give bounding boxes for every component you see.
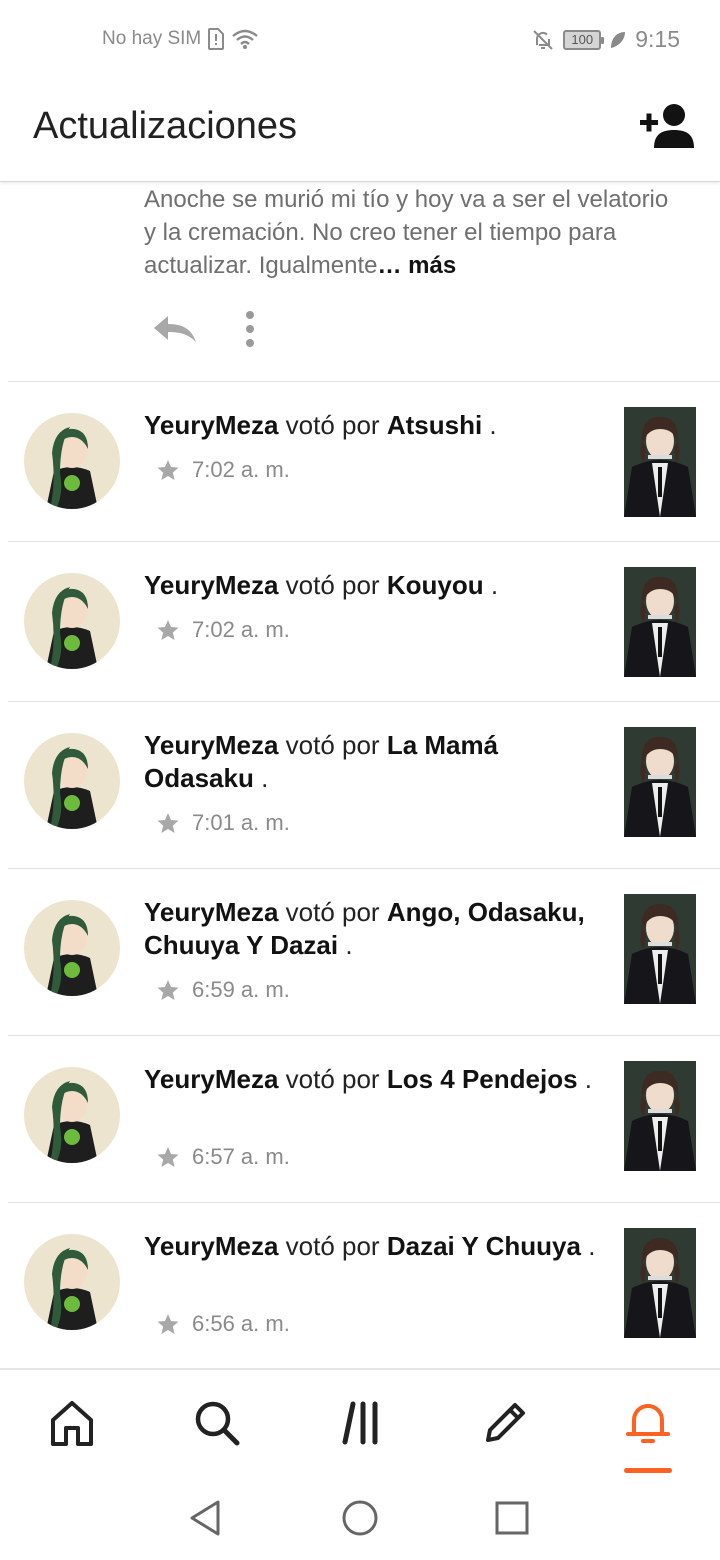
activity-text: YeuryMeza votó por Ango, Odasaku, Chuuya… — [144, 896, 604, 962]
write-icon[interactable] — [480, 1398, 530, 1448]
list-item[interactable]: YeuryMeza votó por Dazai Y Chuuya . 6:56… — [0, 1203, 720, 1368]
avatar[interactable] — [24, 733, 120, 829]
avatar[interactable] — [24, 1067, 120, 1163]
avatar[interactable] — [24, 413, 120, 509]
activity-end: . — [345, 930, 353, 960]
story-part-title[interactable]: Kouyou — [387, 570, 484, 600]
list-item[interactable]: YeuryMeza votó por Atsushi . 7:02 a. m. — [0, 382, 720, 541]
wifi-icon — [232, 29, 259, 49]
avatar[interactable] — [24, 900, 120, 996]
status-bar: No hay SIM 100 9:15 — [0, 0, 720, 84]
post-excerpt[interactable]: Anoche se murió mi tío y hoy va a ser el… — [144, 183, 684, 282]
list-item[interactable]: YeuryMeza votó por La Mamá Odasaku . 7:0… — [0, 702, 720, 868]
avatar[interactable] — [24, 1234, 120, 1330]
story-part-title[interactable]: Dazai Y Chuuya — [387, 1231, 581, 1261]
username[interactable]: YeuryMeza — [144, 730, 278, 760]
active-tab-indicator — [624, 1468, 672, 1473]
activity-meta: 7:01 a. m. — [156, 810, 290, 836]
story-cover[interactable] — [624, 1061, 696, 1171]
activity-verb: votó por — [285, 410, 380, 440]
activity-meta: 6:57 a. m. — [156, 1144, 290, 1170]
timestamp: 6:59 a. m. — [192, 977, 290, 1002]
page-title: Actualizaciones — [33, 105, 298, 147]
story-cover[interactable] — [624, 567, 696, 677]
leaf-icon — [611, 31, 626, 48]
activity-text: YeuryMeza votó por La Mamá Odasaku . — [144, 729, 604, 795]
activity-meta: 6:59 a. m. — [156, 977, 290, 1003]
list-item[interactable]: YeuryMeza votó por Kouyou . 7:02 a. m. — [0, 542, 720, 701]
sim-icon — [208, 28, 225, 50]
star-icon — [157, 620, 179, 640]
activity-verb: votó por — [285, 897, 380, 927]
story-cover[interactable] — [624, 1228, 696, 1338]
activity-text: YeuryMeza votó por Atsushi . — [144, 409, 604, 442]
activity-text: YeuryMeza votó por Los 4 Pendejos . — [144, 1063, 604, 1096]
activity-text: YeuryMeza votó por Kouyou . — [144, 569, 604, 602]
bell-off-icon — [533, 29, 553, 50]
activity-meta: 7:02 a. m. — [156, 617, 290, 643]
star-icon — [157, 460, 179, 480]
story-part-title[interactable]: Atsushi — [387, 410, 482, 440]
system-nav — [0, 1480, 720, 1560]
battery-icon: 100 — [563, 29, 605, 50]
activity-text: YeuryMeza votó por Dazai Y Chuuya . — [144, 1230, 604, 1263]
list-item[interactable]: YeuryMeza votó por Ango, Odasaku, Chuuya… — [0, 869, 720, 1035]
avatar[interactable] — [24, 573, 120, 669]
star-icon — [157, 980, 179, 1000]
more-link[interactable]: … más — [377, 252, 456, 279]
timestamp: 6:57 a. m. — [192, 1144, 290, 1169]
timestamp: 6:56 a. m. — [192, 1311, 290, 1336]
activity-end: . — [490, 570, 499, 600]
activity-end: . — [489, 410, 497, 440]
star-icon — [157, 1314, 179, 1334]
timestamp: 7:02 a. m. — [192, 457, 290, 482]
bottom-nav — [0, 1368, 720, 1478]
username[interactable]: YeuryMeza — [144, 1231, 278, 1261]
username[interactable]: YeuryMeza — [144, 410, 278, 440]
activity-end: . — [588, 1231, 596, 1261]
recents-icon[interactable] — [492, 1498, 532, 1538]
timestamp: 7:01 a. m. — [192, 810, 290, 835]
list-item[interactable]: YeuryMeza votó por Los 4 Pendejos . 6:57… — [0, 1036, 720, 1202]
home-icon[interactable] — [47, 1398, 97, 1448]
story-cover[interactable] — [624, 894, 696, 1004]
carrier-label: No hay SIM — [102, 28, 202, 49]
add-user-icon[interactable] — [636, 100, 700, 156]
activity-end: . — [584, 1064, 593, 1094]
star-icon — [157, 1147, 179, 1167]
notifications-icon[interactable] — [623, 1398, 673, 1448]
activity-end: . — [261, 763, 269, 793]
story-part-title[interactable]: Los 4 Pendejos — [387, 1064, 578, 1094]
username[interactable]: YeuryMeza — [144, 1064, 278, 1094]
more-vertical-icon[interactable] — [240, 310, 260, 348]
search-icon[interactable] — [192, 1398, 242, 1448]
reply-icon[interactable] — [150, 312, 200, 346]
activity-verb: votó por — [285, 1231, 380, 1261]
battery-level: 100 — [571, 31, 594, 47]
activity-meta: 7:02 a. m. — [156, 457, 290, 483]
username[interactable]: YeuryMeza — [144, 897, 278, 927]
story-cover[interactable] — [624, 407, 696, 517]
activity-verb: votó por — [285, 730, 380, 760]
timestamp: 7:02 a. m. — [192, 617, 290, 642]
clock: 9:15 — [635, 26, 680, 52]
star-icon — [157, 813, 179, 833]
activity-meta: 6:56 a. m. — [156, 1311, 290, 1337]
activity-verb: votó por — [285, 570, 380, 600]
username[interactable]: YeuryMeza — [144, 570, 278, 600]
story-cover[interactable] — [624, 727, 696, 837]
app-header: Actualizaciones — [0, 84, 720, 182]
library-icon[interactable] — [337, 1398, 387, 1448]
activity-verb: votó por — [285, 1064, 380, 1094]
home-circle-icon[interactable] — [340, 1498, 380, 1538]
back-icon[interactable] — [186, 1498, 226, 1538]
